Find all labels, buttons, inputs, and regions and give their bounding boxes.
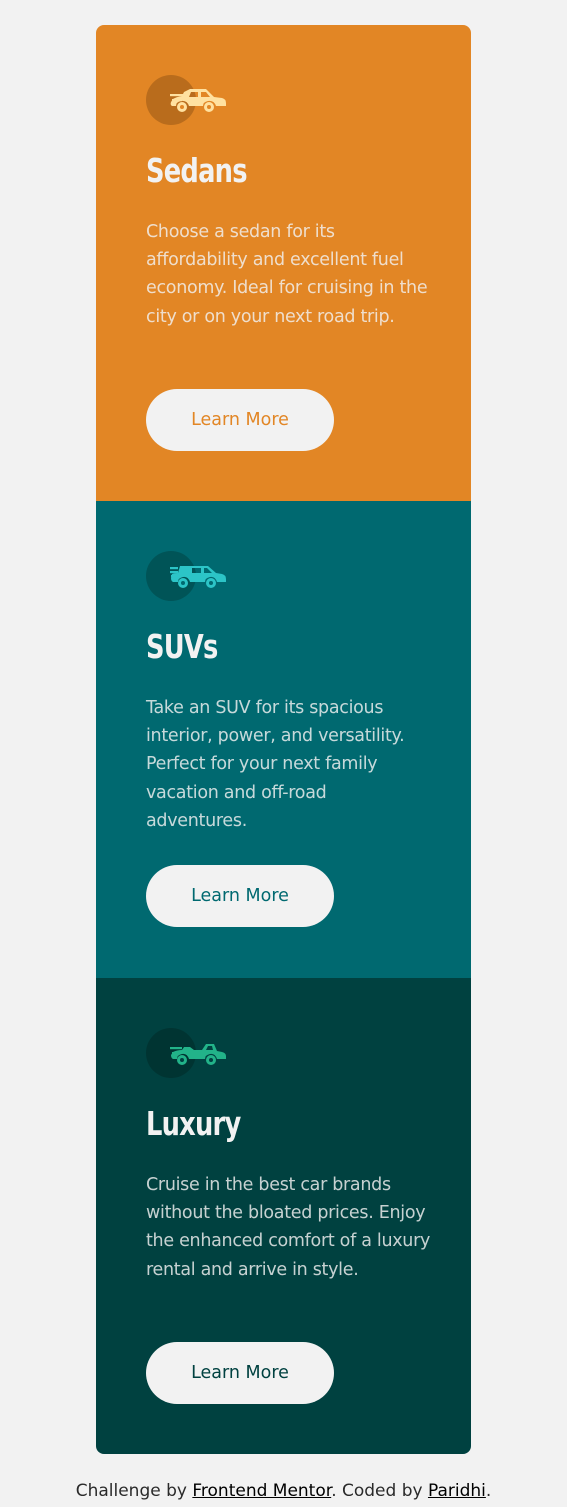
attribution-suffix: . xyxy=(485,1481,492,1501)
frontend-mentor-link[interactable]: Frontend Mentor xyxy=(192,1481,331,1501)
sedan-car-icon xyxy=(146,75,226,125)
suv-car-icon xyxy=(146,551,226,601)
attribution: Challenge by Frontend Mentor. Coded by P… xyxy=(0,1481,567,1501)
card-title: SUVs xyxy=(146,627,218,666)
luxury-car-icon xyxy=(146,1028,226,1078)
author-link[interactable]: Paridhi xyxy=(428,1481,486,1501)
learn-more-button[interactable]: Learn More xyxy=(146,865,334,927)
sedan-shape xyxy=(170,89,226,112)
luxury-shape xyxy=(170,1044,226,1065)
card-luxury: Luxury Cruise in the best car brands wit… xyxy=(96,978,471,1454)
card-suvs: SUVs Take an SUV for its spacious interi… xyxy=(96,501,471,978)
card-title: Luxury xyxy=(146,1104,241,1143)
learn-more-button[interactable]: Learn More xyxy=(146,1342,334,1404)
card-description: Cruise in the best car brands without th… xyxy=(146,1175,431,1280)
card-description: Take an SUV for its spacious interior, p… xyxy=(146,698,405,831)
attribution-middle: . Coded by xyxy=(331,1481,428,1501)
card-sedans: Sedans Choose a sedan for its affordabil… xyxy=(96,25,471,502)
suv-shape xyxy=(170,566,226,588)
cards-container: Sedans Choose a sedan for its affordabil… xyxy=(96,25,471,1454)
learn-more-button[interactable]: Learn More xyxy=(146,389,334,451)
attribution-prefix: Challenge by xyxy=(75,1481,193,1501)
card-title: Sedans xyxy=(146,151,248,190)
card-description: Choose a sedan for its affordability and… xyxy=(146,222,428,327)
